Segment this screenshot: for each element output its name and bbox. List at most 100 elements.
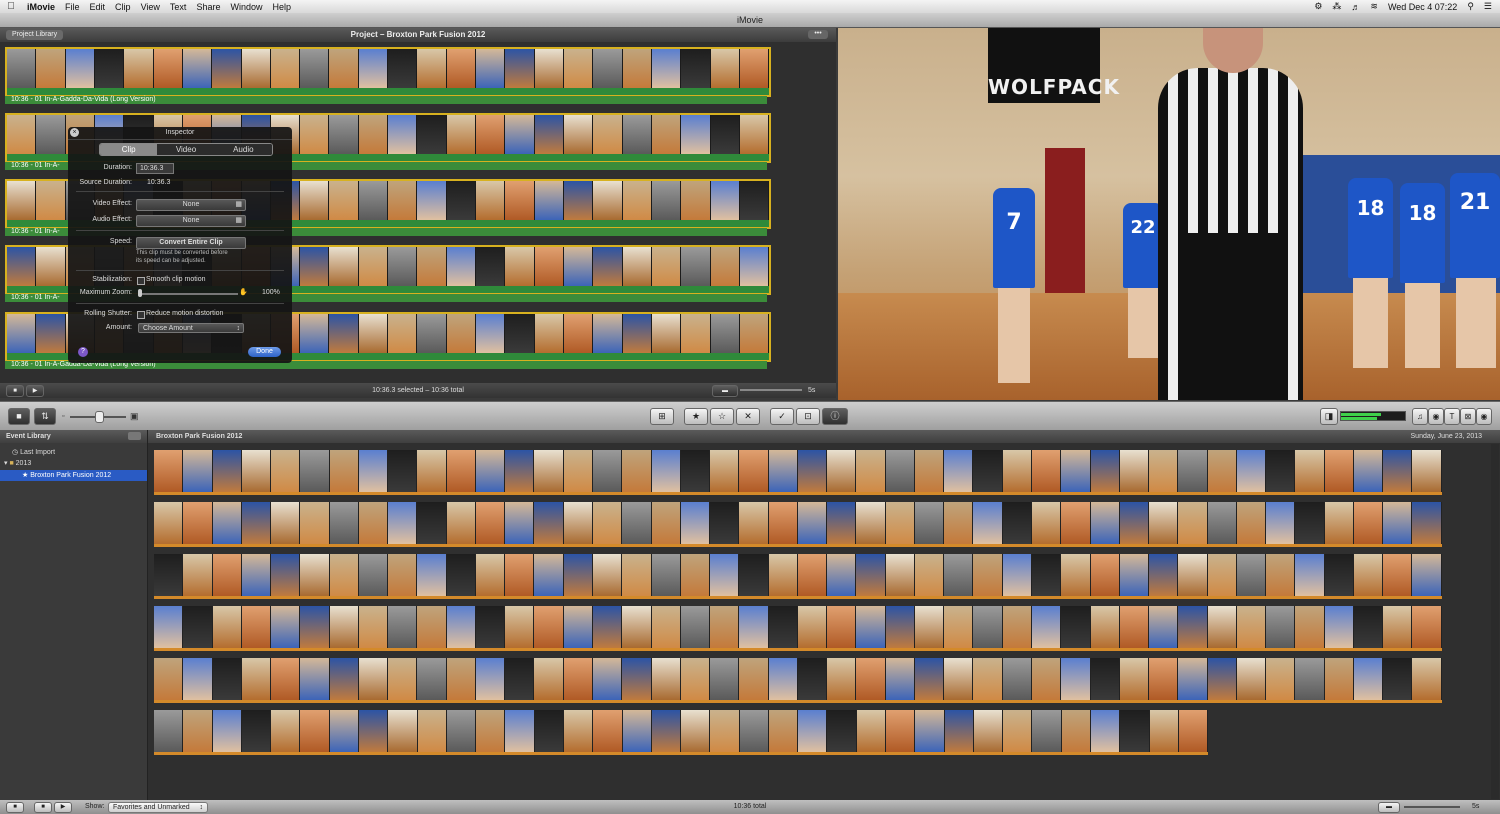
camera-import-icon[interactable]: ■ bbox=[6, 385, 24, 397]
event-item-last-import[interactable]: ◷ Last Import bbox=[0, 447, 147, 458]
clip-thumbnail bbox=[388, 115, 417, 154]
amount-select[interactable]: Choose Amount ↕ bbox=[138, 323, 244, 333]
clip-thumbnail bbox=[388, 247, 417, 286]
reject-icon[interactable]: ✕ bbox=[736, 408, 760, 425]
favorite-star-icon[interactable]: ★ bbox=[684, 408, 708, 425]
event-clip-row[interactable] bbox=[154, 554, 1442, 599]
swap-icon[interactable]: ⇅ bbox=[34, 408, 56, 425]
clip-thumbnail bbox=[446, 502, 475, 544]
unmark-star-icon[interactable]: ☆ bbox=[710, 408, 734, 425]
clip-thumbnail bbox=[914, 606, 944, 648]
convert-entire-clip-button[interactable]: Convert Entire Clip bbox=[136, 237, 246, 249]
photo-icon[interactable]: ◉ bbox=[1428, 408, 1444, 425]
done-button[interactable]: Done bbox=[248, 347, 281, 357]
menu-text[interactable]: Text bbox=[165, 2, 192, 12]
menu-help[interactable]: Help bbox=[267, 2, 296, 12]
zoom-slider[interactable] bbox=[740, 389, 802, 391]
tab-video[interactable]: Video bbox=[157, 144, 215, 155]
project-clip-strip[interactable] bbox=[5, 47, 771, 97]
clip-thumbnail bbox=[797, 554, 827, 596]
clip-thumbnail bbox=[739, 181, 769, 220]
clip-thumbnail bbox=[475, 658, 505, 700]
list-icon[interactable]: ☰ bbox=[1484, 1, 1492, 12]
duration-field[interactable]: 10:36.3 bbox=[136, 163, 174, 174]
tab-clip[interactable]: Clip bbox=[100, 144, 158, 155]
clip-thumbnail bbox=[651, 247, 681, 286]
more-button[interactable]: ••• bbox=[808, 30, 828, 39]
clip-thumbnail bbox=[1032, 710, 1061, 752]
clip-thumbnail bbox=[563, 502, 592, 544]
bluetooth-icon[interactable]: ⁂ bbox=[1332, 1, 1341, 12]
event-clip-row[interactable] bbox=[154, 502, 1442, 547]
clip-thumbnail bbox=[710, 247, 739, 286]
music-track-label[interactable]: 10:36 - 01 In-A-Gadda-Da-Vida (Long Vers… bbox=[5, 96, 767, 104]
menu-share[interactable]: Share bbox=[191, 2, 225, 12]
event-clip-row[interactable] bbox=[154, 710, 1208, 755]
audio-skimming-icon[interactable]: ◨ bbox=[1320, 408, 1338, 425]
clip-thumbnail bbox=[329, 502, 358, 544]
slider-knob[interactable] bbox=[138, 289, 142, 297]
eyedropper-icon[interactable]: ✓ bbox=[770, 408, 794, 425]
add-to-project-icon[interactable]: ⊞ bbox=[650, 408, 674, 425]
clip-thumbnail bbox=[154, 658, 183, 700]
audio-waveform-icon[interactable]: ▬ bbox=[712, 385, 738, 397]
play-icon[interactable]: ▶ bbox=[26, 385, 44, 397]
transition-icon[interactable]: ⊠ bbox=[1460, 408, 1476, 425]
menu-clip[interactable]: Clip bbox=[110, 2, 136, 12]
stabilization-checkbox[interactable] bbox=[137, 277, 145, 285]
clip-thumbnail bbox=[241, 658, 271, 700]
help-button[interactable]: ? bbox=[78, 347, 88, 357]
tab-audio[interactable]: Audio bbox=[214, 144, 272, 155]
apple-icon[interactable]:  bbox=[0, 1, 22, 12]
clip-thumbnail bbox=[271, 606, 300, 648]
disclosure-triangle-icon[interactable]: ▾ bbox=[4, 460, 8, 467]
volume-icon[interactable]: ♬ bbox=[1351, 2, 1360, 12]
clock[interactable]: Wed Dec 4 07:22 bbox=[1388, 2, 1457, 12]
wifi-icon[interactable]: ≋ bbox=[1370, 1, 1378, 12]
max-zoom-slider[interactable] bbox=[138, 293, 238, 295]
clip-thumbnail bbox=[329, 606, 358, 648]
map-icon[interactable]: ◉ bbox=[1476, 408, 1492, 425]
event-scrollbar[interactable] bbox=[1491, 444, 1499, 799]
clip-thumbnail bbox=[534, 181, 563, 220]
menu-edit[interactable]: Edit bbox=[85, 2, 111, 12]
clip-thumbnail bbox=[973, 502, 1002, 544]
clip-thumbnail bbox=[475, 450, 505, 492]
clip-thumbnail bbox=[1002, 554, 1031, 596]
menu-view[interactable]: View bbox=[136, 2, 165, 12]
rolling-shutter-checkbox[interactable] bbox=[137, 311, 145, 319]
project-library-button[interactable]: Project Library bbox=[6, 30, 64, 40]
menu-window[interactable]: Window bbox=[225, 2, 267, 12]
title-icon[interactable]: T bbox=[1444, 408, 1460, 425]
event-clip-row[interactable] bbox=[154, 450, 1442, 495]
clip-thumbnail bbox=[1061, 450, 1090, 492]
clip-thumbnail bbox=[1266, 502, 1295, 544]
search-icon[interactable]: ⚲ bbox=[1467, 1, 1474, 12]
library-toggle-icon[interactable] bbox=[128, 432, 141, 440]
event-item-year[interactable]: ▾ ■ 2013 bbox=[0, 458, 147, 469]
clip-thumbnail bbox=[388, 314, 417, 353]
camera-icon[interactable]: ■ bbox=[8, 408, 30, 425]
event-item-broxton[interactable]: ★ Broxton Park Fusion 2012 bbox=[0, 470, 147, 481]
menu-file[interactable]: File bbox=[60, 2, 85, 12]
clip-thumbnail bbox=[593, 181, 622, 220]
audio-effect-select[interactable]: None ▦ bbox=[136, 215, 246, 227]
clip-thumbnail bbox=[680, 554, 710, 596]
clip-thumbnail bbox=[300, 606, 329, 648]
event-clip-row[interactable] bbox=[154, 658, 1442, 703]
chevron-down-icon: ↕ bbox=[236, 325, 241, 332]
zoom-slider[interactable] bbox=[1404, 806, 1460, 808]
clip-thumbnail bbox=[475, 554, 505, 596]
clip-thumbnail bbox=[1149, 710, 1178, 752]
slider-knob[interactable] bbox=[95, 411, 104, 423]
info-icon[interactable]: ⓘ bbox=[822, 408, 848, 425]
menu-app[interactable]: iMovie bbox=[22, 2, 60, 12]
video-viewer[interactable]: WOLFPACK 7 22 18 18 21 bbox=[838, 28, 1500, 400]
wrench-icon[interactable]: ⚙ bbox=[1314, 1, 1322, 12]
music-icon[interactable]: ♫ bbox=[1412, 408, 1428, 425]
audio-waveform-icon[interactable]: ▬ bbox=[1378, 802, 1400, 813]
video-effect-select[interactable]: None ▦ bbox=[136, 199, 246, 211]
close-icon[interactable]: × bbox=[70, 128, 79, 137]
crop-icon[interactable]: ⊡ bbox=[796, 408, 820, 425]
event-clip-row[interactable] bbox=[154, 606, 1442, 651]
